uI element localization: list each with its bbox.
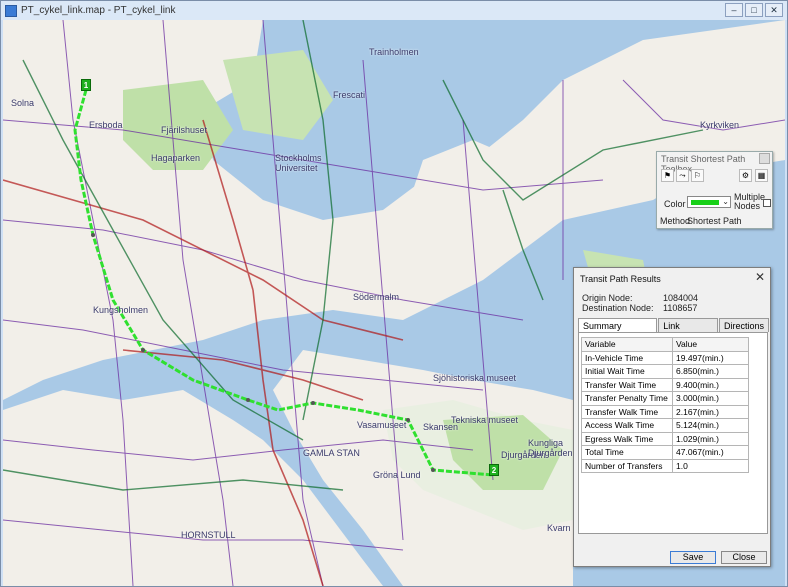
close-window-button[interactable]: ✕ bbox=[765, 3, 783, 17]
color-swatch bbox=[691, 200, 719, 205]
minimize-button[interactable]: – bbox=[725, 3, 743, 17]
variable-cell: Transfer Wait Time bbox=[581, 377, 673, 392]
map-label: Kungsholmen bbox=[93, 305, 149, 315]
path-tool-icon[interactable]: ⤳ bbox=[676, 169, 689, 182]
map-label: Södermalm bbox=[353, 292, 400, 302]
dialog-close-icon[interactable]: ✕ bbox=[755, 270, 765, 284]
map-label: Trainholmen bbox=[369, 47, 419, 57]
map-label: Ersboda bbox=[89, 120, 123, 130]
value-cell: 2.167(min.) bbox=[672, 404, 749, 419]
maximize-button[interactable]: □ bbox=[745, 3, 763, 17]
table-row[interactable]: Access Walk Time 5.124(min.) bbox=[581, 418, 749, 433]
table-row[interactable]: Transfer Wait Time 9.400(min.) bbox=[581, 377, 749, 392]
origin-row: Origin Node: 1084004 bbox=[582, 293, 698, 303]
destination-row: Destination Node: 1108657 bbox=[582, 303, 697, 313]
destination-value: 1108657 bbox=[663, 303, 698, 313]
multiple-nodes-label: Multiple Nodes bbox=[734, 192, 766, 211]
destination-marker[interactable]: 2 bbox=[489, 464, 499, 476]
map-label: Sjöhistoriska museet bbox=[433, 373, 517, 383]
park-north bbox=[223, 50, 333, 140]
tab-directions[interactable]: Directions bbox=[718, 318, 769, 332]
save-button[interactable]: Save bbox=[670, 551, 716, 564]
value-cell: 3.000(min.) bbox=[672, 391, 749, 406]
variable-cell: Transfer Penalty Time bbox=[581, 391, 673, 406]
table-row[interactable]: Transfer Penalty Time 3.000(min.) bbox=[581, 391, 749, 406]
table-row[interactable]: Number of Transfers 1.0 bbox=[581, 458, 749, 473]
variable-cell: Initial Wait Time bbox=[581, 364, 673, 379]
map-label: Fjärilshuset bbox=[161, 125, 208, 135]
value-cell: 1.029(min.) bbox=[672, 431, 749, 446]
destination-label: Destination Node: bbox=[582, 303, 654, 313]
variable-cell: In-Vehicle Time bbox=[581, 350, 673, 365]
map-label: Vasamuseet bbox=[357, 420, 407, 430]
variable-cell: Egress Walk Time bbox=[581, 431, 673, 446]
transit-shortest-path-toolbox: Transit Shortest Path Toolbox ⚑ ⤳ ⚐ ⚙ ▦ … bbox=[656, 151, 773, 229]
table-row[interactable]: In-Vehicle Time 19.497(min.) bbox=[581, 350, 749, 365]
toolbox-close-button[interactable] bbox=[759, 153, 770, 164]
chevron-down-icon: ⌄ bbox=[722, 197, 729, 206]
map-label: Gröna Lund bbox=[373, 470, 421, 480]
settings-tool-icon[interactable]: ⚙ bbox=[739, 169, 752, 182]
variable-cell: Access Walk Time bbox=[581, 418, 673, 433]
table-row[interactable]: Total Time 47.067(min.) bbox=[581, 445, 749, 460]
table-row[interactable]: Initial Wait Time 6.850(min.) bbox=[581, 364, 749, 379]
method-label: Method bbox=[660, 216, 691, 226]
route-tool-icon[interactable]: ⚐ bbox=[691, 169, 704, 182]
map-label: Kungliga Djurgården bbox=[528, 438, 573, 458]
column-header: Value bbox=[672, 337, 749, 352]
flag-tool-icon[interactable]: ⚑ bbox=[661, 169, 674, 182]
origin-marker[interactable]: 1 bbox=[81, 79, 91, 91]
column-header: Variable bbox=[581, 337, 673, 352]
app-window: PT_cykel_link.map - PT_cykel_link – □ ✕ bbox=[0, 0, 788, 587]
close-button[interactable]: Close bbox=[721, 551, 767, 564]
origin-value: 1084004 bbox=[663, 293, 699, 303]
value-cell: 5.124(min.) bbox=[672, 418, 749, 433]
map-label: GAMLA STAN bbox=[303, 448, 360, 458]
map-label: Kvarn bbox=[547, 523, 571, 533]
color-picker[interactable]: ⌄ bbox=[687, 196, 731, 208]
value-cell: 47.067(min.) bbox=[672, 445, 749, 460]
tab-summary-variables[interactable]: Summary Variables bbox=[578, 318, 658, 341]
value-cell: 19.497(min.) bbox=[672, 350, 749, 365]
color-label: Color bbox=[664, 199, 686, 209]
variable-cell: Number of Transfers bbox=[581, 458, 673, 473]
table-row[interactable]: Egress Walk Time 1.029(min.) bbox=[581, 431, 749, 446]
dialog-title: Transit Path Results bbox=[580, 274, 661, 284]
method-value[interactable]: Shortest Path bbox=[687, 216, 742, 226]
map-label: Stockholms Universitet bbox=[275, 153, 322, 173]
variable-cell: Transfer Walk Time bbox=[581, 404, 673, 419]
map-app-icon bbox=[5, 4, 17, 17]
map-label: Tekniska museet bbox=[451, 415, 519, 425]
value-cell: 9.400(min.) bbox=[672, 377, 749, 392]
transit-path-results-dialog: Transit Path Results ✕ Origin Node: 1084… bbox=[573, 267, 771, 567]
table-header-row: Variable Value bbox=[581, 337, 749, 352]
map-label: Kyrkviken bbox=[700, 120, 740, 130]
window-title: PT_cykel_link.map - PT_cykel_link bbox=[21, 5, 176, 16]
map-label: Hagaparken bbox=[151, 153, 201, 163]
summary-table: Variable Value In-Vehicle Time 19.497(min… bbox=[581, 337, 749, 473]
results-tabs: Summary Variables Link Variables Directi… bbox=[578, 318, 770, 341]
map-label: Frescati bbox=[333, 90, 366, 100]
map-label: Skansen bbox=[423, 422, 459, 432]
value-cell: 6.850(min.) bbox=[672, 364, 749, 379]
multiple-nodes-checkbox[interactable] bbox=[763, 199, 771, 207]
map-label: Solna bbox=[11, 98, 35, 108]
title-bar: PT_cykel_link.map - PT_cykel_link – □ ✕ bbox=[1, 1, 787, 20]
value-cell: 1.0 bbox=[672, 458, 749, 473]
table-row[interactable]: Transfer Walk Time 2.167(min.) bbox=[581, 404, 749, 419]
print-tool-icon[interactable]: ▦ bbox=[755, 169, 768, 182]
summary-panel: Variable Value In-Vehicle Time 19.497(min… bbox=[578, 332, 768, 534]
tab-link-variables[interactable]: Link Variables bbox=[658, 318, 718, 341]
map-label: HORNSTULL bbox=[181, 530, 236, 540]
variable-cell: Total Time bbox=[581, 445, 673, 460]
origin-label: Origin Node: bbox=[582, 293, 633, 303]
